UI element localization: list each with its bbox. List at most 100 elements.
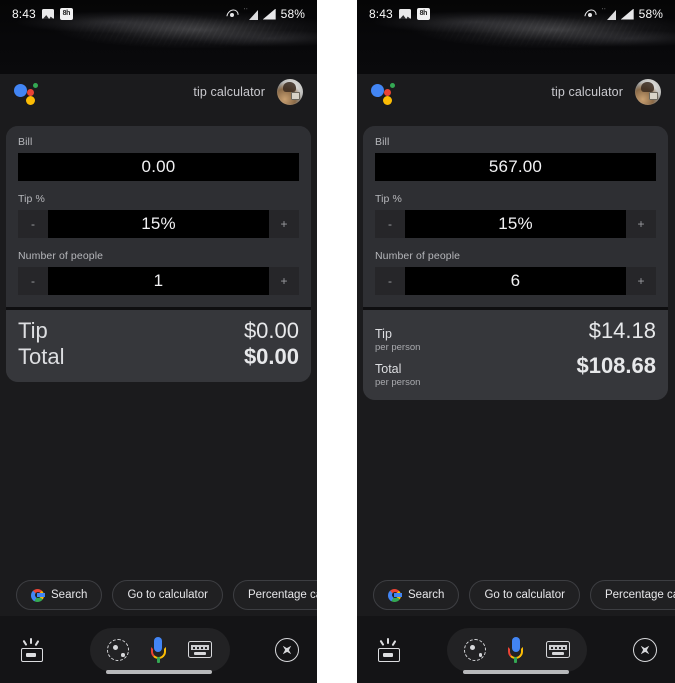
chip-search[interactable]: Search (16, 580, 103, 610)
cast-icon (226, 9, 239, 20)
notification-badge-icon: 8h (59, 8, 73, 20)
people-increment-button[interactable]: + (626, 267, 656, 295)
chip-percentage-calc[interactable]: Percentage calc (232, 580, 317, 610)
status-time: 8:43 (369, 7, 393, 21)
google-g-icon (31, 588, 45, 602)
tip-percent-label: Tip % (375, 193, 402, 205)
chip-label: Go to calculator (484, 589, 565, 601)
avatar[interactable] (277, 79, 303, 105)
people-value[interactable]: 6 (405, 267, 626, 295)
total-per-person-sublabel: per person (375, 377, 421, 389)
total-result-value: $0.00 (243, 344, 299, 369)
cast-icon (584, 9, 597, 20)
suggestion-chips: Search Go to calculator Percentage calc (0, 574, 317, 616)
bill-input[interactable]: 567.00 (375, 153, 656, 181)
lens-icon[interactable] (464, 638, 487, 661)
google-assistant-logo (371, 80, 397, 105)
people-value[interactable]: 1 (48, 267, 269, 295)
tip-percent-increment-button[interactable]: + (626, 210, 656, 238)
tip-percent-decrement-button[interactable]: - (18, 210, 48, 238)
tip-percent-label: Tip % (18, 193, 45, 205)
total-result-label: Total (18, 344, 65, 369)
status-bar-right: ˙˙ 58% (226, 7, 305, 21)
people-decrement-button[interactable]: - (375, 267, 405, 295)
tip-result-row: Tip $0.00 (18, 318, 299, 344)
assistant-header: tip calculator (0, 72, 317, 112)
dual-screenshot-stage: 8:43 8h ˙˙ 58% tip calculator Bill 0.00 … (0, 0, 675, 683)
chip-label: Percentage calc (247, 589, 317, 601)
tip-percent-value[interactable]: 15% (405, 210, 626, 238)
card-inputs-section: Bill 0.00 Tip % - 15% + Number of people… (6, 126, 311, 307)
keyboard-icon[interactable] (545, 641, 570, 658)
chip-label: Search (51, 589, 88, 601)
tip-per-person-sublabel: per person (375, 342, 421, 354)
photo-icon (41, 9, 54, 19)
chip-search[interactable]: Search (373, 580, 460, 610)
tip-percent-increment-button[interactable]: + (269, 210, 299, 238)
snapshot-icon[interactable] (18, 637, 44, 663)
signal-icon (620, 8, 634, 20)
status-bar: 8:43 8h ˙˙ 58% (0, 0, 317, 28)
gesture-home-bar[interactable] (463, 670, 569, 674)
compass-icon[interactable] (633, 637, 657, 662)
keyboard-icon[interactable] (188, 641, 213, 658)
people-increment-button[interactable]: + (269, 267, 299, 295)
tip-result-row: Tip per person $14.18 (375, 318, 656, 353)
google-mic-icon[interactable] (508, 636, 524, 663)
status-bar: 8:43 8h ˙˙ 58% (357, 0, 675, 28)
chip-percentage-calc[interactable]: Percentage calc (589, 580, 675, 610)
avatar[interactable] (635, 79, 661, 105)
people-stepper: - 1 + (18, 267, 299, 295)
status-bar-left: 8:43 8h (12, 7, 73, 21)
bill-label: Bill (18, 136, 33, 148)
total-result-value: $108.68 (576, 353, 656, 379)
tip-result-label: Tip (18, 318, 48, 343)
tip-percent-stepper: - 15% + (375, 210, 656, 238)
people-label: Number of people (375, 250, 461, 262)
tip-calculator-card: Bill 0.00 Tip % - 15% + Number of people… (6, 126, 311, 382)
people-stepper: - 6 + (375, 267, 656, 295)
battery-percent: 58% (280, 7, 305, 21)
tip-percent-stepper: - 15% + (18, 210, 299, 238)
page-title: tip calculator (193, 85, 265, 99)
status-bar-right: ˙˙ 58% (584, 7, 663, 21)
google-mic-icon[interactable] (150, 636, 166, 663)
input-mode-pill (447, 627, 587, 672)
total-result-row: Total $0.00 (18, 344, 299, 370)
assistant-header: tip calculator (357, 72, 675, 112)
google-g-icon (388, 588, 402, 602)
page-title: tip calculator (551, 85, 623, 99)
total-result-label: Total (375, 362, 402, 377)
phone-screenshot-right: 8:43 8h ˙˙ 58% tip calculator Bill 567.0… (357, 0, 675, 683)
tip-calculator-card: Bill 567.00 Tip % - 15% + Number of peop… (363, 126, 668, 401)
chip-label: Search (408, 589, 445, 601)
phone-screenshot-left: 8:43 8h ˙˙ 58% tip calculator Bill 0.00 … (0, 0, 317, 683)
signal-icon (262, 8, 276, 20)
tip-result-value: $14.18 (588, 318, 656, 343)
card-inputs-section: Bill 567.00 Tip % - 15% + Number of peop… (363, 126, 668, 307)
tip-percent-decrement-button[interactable]: - (375, 210, 405, 238)
tip-percent-value[interactable]: 15% (48, 210, 269, 238)
google-assistant-logo (14, 80, 40, 105)
bill-input[interactable]: 0.00 (18, 153, 299, 181)
suggestion-chips: Search Go to calculator Percentage calc (357, 574, 675, 616)
card-results-section: Tip $0.00 Total $0.00 (6, 310, 311, 382)
wifi-icon: ˙˙ (602, 9, 616, 20)
chip-go-to-calculator[interactable]: Go to calculator (112, 580, 223, 610)
bill-label: Bill (375, 136, 390, 148)
status-bar-left: 8:43 8h (369, 7, 430, 21)
status-time: 8:43 (12, 7, 36, 21)
compass-icon[interactable] (275, 637, 299, 662)
tip-result-value: $0.00 (243, 318, 299, 343)
input-mode-pill (89, 627, 230, 672)
chip-label: Go to calculator (127, 589, 208, 601)
wifi-icon: ˙˙ (244, 9, 258, 20)
photo-icon (398, 9, 411, 19)
notification-badge-icon: 8h (416, 8, 430, 20)
chip-label: Percentage calc (604, 589, 675, 601)
lens-icon[interactable] (106, 638, 129, 661)
chip-go-to-calculator[interactable]: Go to calculator (469, 580, 580, 610)
people-decrement-button[interactable]: - (18, 267, 48, 295)
snapshot-icon[interactable] (375, 637, 401, 663)
gesture-home-bar[interactable] (105, 670, 212, 674)
